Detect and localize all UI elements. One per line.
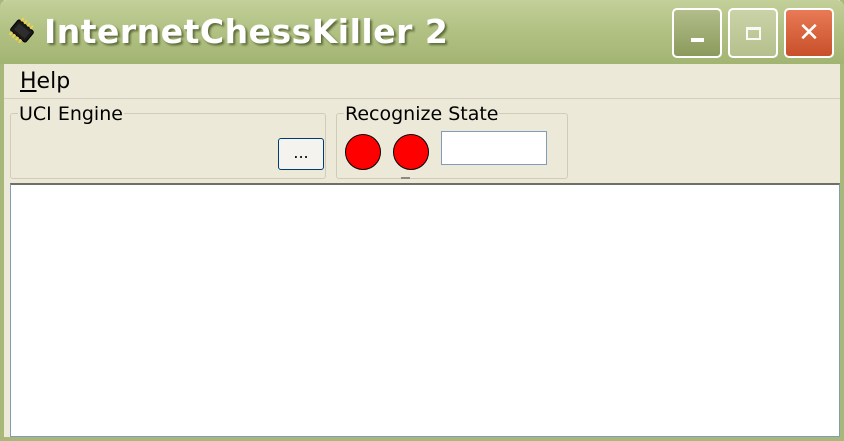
menu-help-label: elp [36,69,71,94]
close-icon: ✕ [798,18,820,48]
menu-help-mnemonic: H [20,69,37,94]
uci-engine-label: UCI Engine [18,103,124,125]
menu-bar: Help [4,64,840,99]
uci-engine-group: UCI Engine ... [10,103,326,179]
window-title: InternetChessKiller 2 [44,12,449,51]
minimize-button[interactable] [672,8,722,58]
maximize-icon [745,26,761,40]
recognize-state-field[interactable] [441,131,547,165]
status-indicator-1 [345,134,381,170]
recognize-state-label: Recognize State [344,103,500,125]
output-area[interactable] [10,183,840,437]
menu-help[interactable]: Help [20,69,70,94]
maximize-button[interactable] [728,8,778,58]
recognize-state-group: Recognize State [336,103,568,179]
minimize-icon [690,38,704,42]
browse-engine-button[interactable]: ... [278,138,324,170]
chess-chip-icon [8,17,34,44]
status-indicator-2 [393,134,429,170]
app-window: InternetChessKiller 2 ✕ Help UCI Engine … [0,0,844,441]
indicator-underline [401,177,410,179]
title-bar[interactable]: InternetChessKiller 2 ✕ [0,0,844,64]
close-button[interactable]: ✕ [784,8,834,58]
